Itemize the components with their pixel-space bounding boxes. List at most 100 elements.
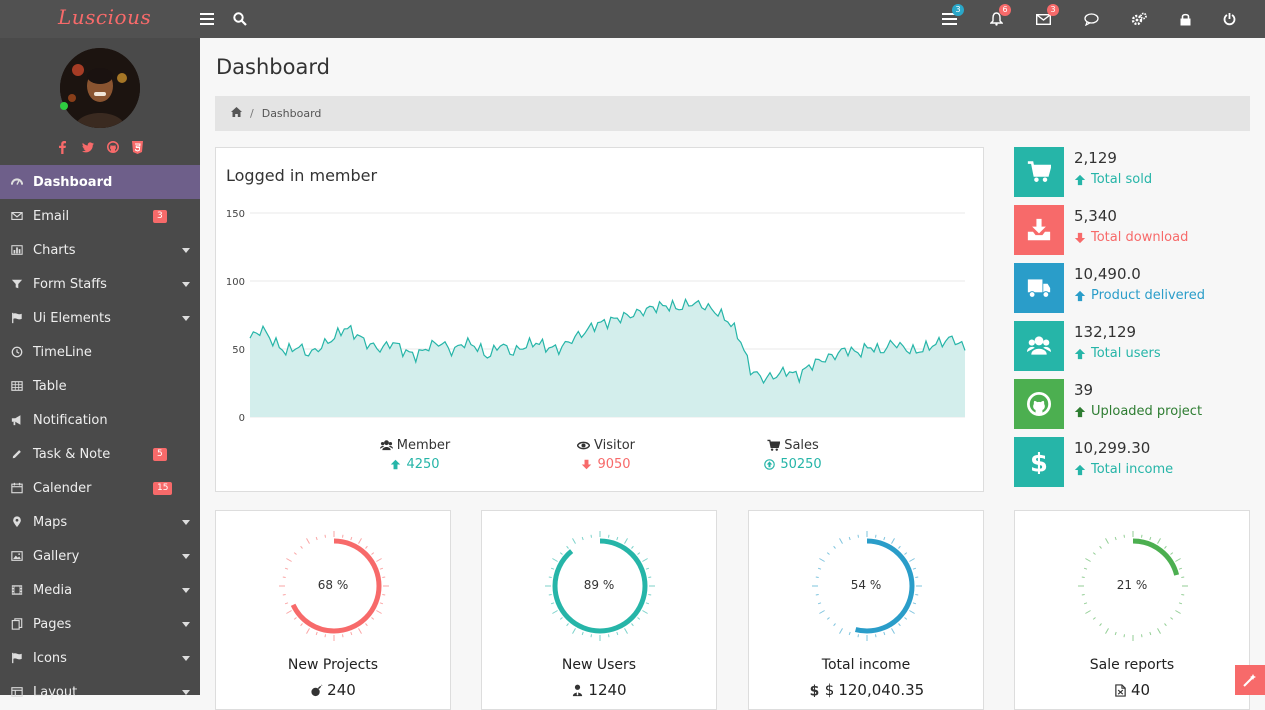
flag-icon bbox=[10, 312, 24, 324]
filter-icon bbox=[10, 278, 24, 290]
gauge-tick bbox=[379, 567, 384, 570]
menu-toggle-icon[interactable] bbox=[199, 0, 215, 38]
breadcrumb-current[interactable]: Dashboard bbox=[262, 107, 322, 120]
gauge-tick bbox=[365, 545, 368, 549]
facebook-icon[interactable] bbox=[57, 140, 69, 154]
sidebar-item-notification[interactable]: Notification bbox=[0, 403, 200, 437]
sidebar-item-dashboard[interactable]: Dashboard bbox=[0, 165, 200, 199]
gauge-tick bbox=[1178, 602, 1183, 605]
search-icon[interactable] bbox=[232, 0, 248, 38]
html5-icon[interactable] bbox=[132, 140, 144, 154]
truck-icon bbox=[1027, 279, 1051, 298]
top-navbar: Luscious 3 6 3 bbox=[0, 0, 1265, 38]
sidebar-item-label: TimeLine bbox=[33, 344, 92, 360]
breadcrumb-separator: / bbox=[250, 107, 254, 120]
sidebar-item-media[interactable]: Media bbox=[0, 573, 200, 607]
gauge-tick bbox=[883, 631, 886, 636]
gauge-tick bbox=[1085, 558, 1091, 562]
stat-total-download: 5,340 Total download bbox=[1014, 205, 1250, 255]
sidebar-item-icons[interactable]: Icons bbox=[0, 641, 200, 675]
sidebar-item-label: Media bbox=[33, 582, 73, 598]
calendar-icon bbox=[11, 482, 23, 494]
chat-icon[interactable] bbox=[1083, 0, 1099, 38]
gauge-tick bbox=[306, 538, 310, 544]
theme-settings-button[interactable] bbox=[1235, 665, 1265, 695]
caret-down-icon bbox=[182, 656, 190, 661]
gauge-tick bbox=[1105, 538, 1109, 544]
stat-icon-box bbox=[1014, 321, 1064, 371]
user-avatar[interactable] bbox=[60, 48, 140, 128]
gauge-tick bbox=[1114, 536, 1117, 541]
gauge-tick bbox=[1149, 631, 1152, 636]
stat-label: Uploaded project bbox=[1091, 404, 1203, 419]
gauge-tick bbox=[833, 623, 836, 627]
stat-total-sold: 2,129 Total sold bbox=[1014, 147, 1250, 197]
eye-icon bbox=[577, 441, 590, 450]
gauge-tick bbox=[826, 617, 830, 620]
gauge-value: 1240 bbox=[588, 681, 627, 699]
arrow-up-icon bbox=[1074, 174, 1086, 185]
gauge-tick bbox=[915, 594, 919, 596]
gauge-title: New Users bbox=[561, 657, 637, 673]
twitter-icon[interactable] bbox=[81, 140, 94, 154]
files-icon bbox=[10, 618, 24, 630]
area-chart: 0 50 100 150 bbox=[226, 209, 966, 424]
map-marker-icon bbox=[10, 516, 24, 528]
gauge-tick bbox=[1170, 552, 1174, 555]
legend-name: Sales bbox=[784, 438, 819, 453]
sidebar-item-ui-elements[interactable]: Ui Elements bbox=[0, 301, 200, 335]
sidebar-item-form-staffs[interactable]: Form Staffs bbox=[0, 267, 200, 301]
dashboard-icon bbox=[10, 176, 24, 188]
gauge-tick bbox=[891, 628, 895, 634]
gauge-percent: 21 % bbox=[1116, 578, 1148, 592]
gauge-tick bbox=[1178, 567, 1183, 570]
gauge-tick bbox=[1175, 610, 1181, 614]
gauge-tick bbox=[1141, 634, 1143, 638]
caret-down-icon bbox=[182, 520, 190, 525]
gauge-tick bbox=[826, 552, 830, 555]
gauge-tick bbox=[324, 534, 326, 538]
image-icon bbox=[11, 551, 23, 561]
home-icon[interactable] bbox=[231, 107, 242, 120]
legend-sales: Sales 50250 bbox=[733, 438, 853, 472]
gauge-tick bbox=[898, 623, 901, 627]
gauge-tick bbox=[848, 631, 851, 636]
sidebar-item-maps[interactable]: Maps bbox=[0, 505, 200, 539]
brand-logo[interactable]: Luscious bbox=[0, 0, 200, 38]
cart-icon bbox=[767, 439, 781, 451]
sidebar-item-email[interactable]: Email 3 bbox=[0, 199, 200, 233]
sidebar-item-charts[interactable]: Charts bbox=[0, 233, 200, 267]
sidebar-item-task-note[interactable]: Task & Note 5 bbox=[0, 437, 200, 471]
gauge-tick bbox=[912, 602, 917, 605]
gauge-tick bbox=[1083, 567, 1088, 570]
gauge-tick bbox=[1092, 552, 1096, 555]
legend-name: Member bbox=[396, 438, 451, 453]
sidebar-item-calender[interactable]: Calender 15 bbox=[0, 471, 200, 505]
calendar-icon bbox=[10, 482, 24, 494]
power-icon[interactable] bbox=[1221, 0, 1237, 38]
sidebar-item-label: Task & Note bbox=[33, 446, 111, 462]
github-icon[interactable] bbox=[106, 140, 119, 154]
gauge-tick bbox=[898, 545, 901, 549]
arrow-down-icon bbox=[582, 459, 592, 470]
gauge-tick bbox=[286, 558, 292, 562]
page-title: Dashboard bbox=[216, 55, 330, 79]
sidebar-item-timeline[interactable]: TimeLine bbox=[0, 335, 200, 369]
sidebar-item-layout[interactable]: Layout bbox=[0, 675, 200, 709]
gauge-tick bbox=[1181, 594, 1185, 596]
settings-icon[interactable] bbox=[1130, 0, 1148, 38]
gauge-tick bbox=[1099, 623, 1102, 627]
stat-total-users: 132,129 Total users bbox=[1014, 321, 1250, 371]
sidebar-item-label: Layout bbox=[33, 684, 78, 700]
gauge-tick bbox=[875, 634, 877, 638]
lock-icon[interactable] bbox=[1177, 0, 1193, 38]
sidebar-item-table[interactable]: Table bbox=[0, 369, 200, 403]
clock-icon bbox=[10, 346, 24, 358]
sidebar-item-pages[interactable]: Pages bbox=[0, 607, 200, 641]
flag-icon bbox=[10, 652, 24, 664]
flag-icon bbox=[12, 312, 22, 324]
sidebar-item-gallery[interactable]: Gallery bbox=[0, 539, 200, 573]
stat-icon-box bbox=[1014, 263, 1064, 313]
caret-down-icon bbox=[182, 622, 190, 627]
dollar-icon: $ bbox=[1030, 450, 1048, 474]
